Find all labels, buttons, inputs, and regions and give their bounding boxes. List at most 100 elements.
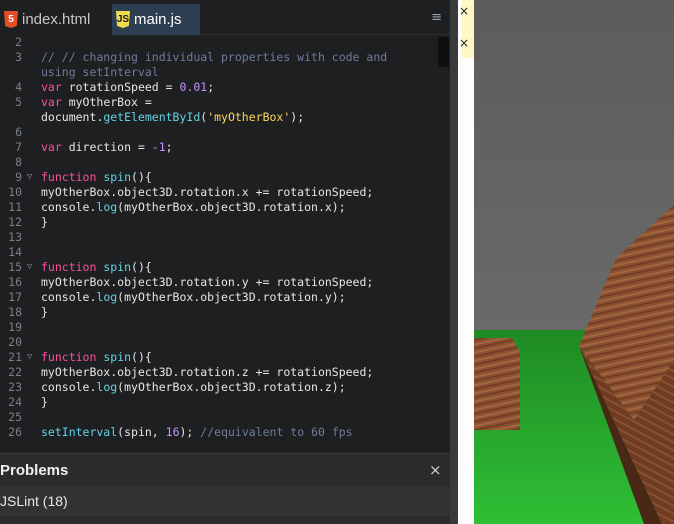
- html5-file-icon: 5: [4, 11, 18, 28]
- line-number: 2: [15, 35, 22, 49]
- code-token: (){: [131, 350, 152, 364]
- code-token: log: [96, 380, 118, 394]
- code-line[interactable]: 20: [0, 335, 440, 350]
- code-text: var rotationSpeed = 0.01;: [41, 80, 214, 95]
- code-line[interactable]: 13: [0, 230, 440, 245]
- code-line[interactable]: 6: [0, 125, 440, 140]
- code-line[interactable]: 23 console.log(myOtherBox.object3D.rotati…: [0, 380, 440, 395]
- code-token: }: [41, 215, 48, 229]
- code-token: var: [41, 140, 69, 154]
- code-token: }: [41, 305, 48, 319]
- code-text: myOtherBox.object3D.rotation.x += rotati…: [41, 185, 373, 200]
- code-line[interactable]: 10 myOtherBox.object3D.rotation.x += rota…: [0, 185, 440, 200]
- code-text: function spin(){: [41, 170, 152, 185]
- line-number: 24: [8, 395, 22, 409]
- tab-main-js[interactable]: JS main.js: [112, 4, 200, 35]
- code-token: (){: [131, 170, 152, 184]
- tab-menu-icon[interactable]: ≡: [431, 11, 442, 24]
- code-line[interactable]: 19: [0, 320, 440, 335]
- code-line[interactable]: 25: [0, 410, 440, 425]
- code-text: var direction = -1;: [41, 140, 173, 155]
- line-number: 22: [8, 365, 22, 379]
- notes-close-icon[interactable]: ×: [459, 4, 469, 18]
- line-number: 4: [15, 80, 22, 94]
- code-token: myOtherBox.object3D.rotation.y += rotati…: [41, 275, 374, 289]
- notes-panel: [458, 0, 474, 524]
- code-line[interactable]: 21 ▽ function spin(){: [0, 350, 440, 365]
- code-line[interactable]: document.getElementById('myOtherBox');: [0, 110, 440, 125]
- code-token: ;: [207, 80, 215, 94]
- code-editor: 5 index.html JS main.js ≡ 2 3 // // changi…: [0, 0, 450, 524]
- code-line[interactable]: 18}: [0, 305, 440, 320]
- line-number: 9: [15, 170, 22, 184]
- code-line[interactable]: 11 console.log(myOtherBox.object3D.rotati…: [0, 200, 440, 215]
- code-token: (){: [131, 260, 152, 274]
- tab-bar: 5 index.html JS main.js ≡: [0, 0, 450, 35]
- line-number: 13: [8, 230, 22, 244]
- small-wooden-box: [474, 338, 520, 430]
- code-line[interactable]: 5 var myOtherBox =: [0, 95, 440, 110]
- code-line[interactable]: 2: [0, 35, 440, 50]
- code-token: myOtherBox.object3D.rotation.x += rotati…: [41, 185, 374, 199]
- code-token: function: [41, 170, 104, 184]
- code-text: }: [41, 215, 48, 230]
- code-token: function: [41, 350, 104, 364]
- 3d-scene-preview: [474, 0, 674, 524]
- code-line[interactable]: 24}: [0, 395, 440, 410]
- line-number: 18: [8, 305, 22, 319]
- code-line[interactable]: 3 // // changing individual properties wi…: [0, 50, 440, 65]
- code-text: function spin(){: [41, 260, 152, 275]
- tab-index-html[interactable]: 5 index.html: [0, 4, 110, 35]
- code-area[interactable]: 2 3 // // changing individual properties w…: [0, 35, 450, 453]
- notes-close-icon[interactable]: ×: [459, 36, 469, 50]
- problems-linter-row[interactable]: JSLint (18): [0, 486, 450, 516]
- code-token: console.: [41, 200, 97, 214]
- code-token: (spin,: [117, 425, 166, 439]
- code-token: // // changing individual properties wit…: [41, 50, 388, 64]
- line-number: 26: [8, 425, 22, 439]
- line-number: 14: [8, 245, 22, 259]
- code-token: (myOtherBox.object3D.rotation.y);: [117, 290, 346, 304]
- code-text: setInterval(spin, 16); //equivalent to 6…: [41, 425, 353, 440]
- code-token: 0.01: [179, 80, 208, 94]
- line-number: 10: [8, 185, 22, 199]
- problems-close-icon[interactable]: ×: [429, 461, 442, 479]
- code-line[interactable]: 8: [0, 155, 440, 170]
- code-token: myOtherBox =: [68, 95, 152, 109]
- editor-scrollbar-thumb[interactable]: [438, 37, 449, 67]
- code-line[interactable]: 14: [0, 245, 440, 260]
- code-token: setInterval: [41, 425, 118, 439]
- line-number: 5: [15, 95, 22, 109]
- code-line[interactable]: 7 var direction = -1;: [0, 140, 440, 155]
- code-token: );: [290, 110, 305, 124]
- code-token: var: [41, 95, 69, 109]
- code-token: (myOtherBox.object3D.rotation.z);: [117, 380, 346, 394]
- code-text: document.getElementById('myOtherBox');: [41, 110, 304, 125]
- fold-toggle-icon[interactable]: ▽: [27, 260, 32, 275]
- fold-toggle-icon[interactable]: ▽: [27, 170, 32, 185]
- code-line[interactable]: using setInterval: [0, 65, 440, 80]
- line-number: 15: [8, 260, 22, 274]
- code-line[interactable]: 4 var rotationSpeed = 0.01;: [0, 80, 440, 95]
- code-line[interactable]: 16 myOtherBox.object3D.rotation.y += rota…: [0, 275, 440, 290]
- code-line[interactable]: 17 console.log(myOtherBox.object3D.rotati…: [0, 290, 440, 305]
- line-number: 20: [8, 335, 22, 349]
- code-text: }: [41, 395, 48, 410]
- fold-toggle-icon[interactable]: ▽: [27, 350, 32, 365]
- code-line[interactable]: 12}: [0, 215, 440, 230]
- code-token: );: [179, 425, 201, 439]
- line-number: 16: [8, 275, 22, 289]
- pane-divider[interactable]: [450, 0, 458, 524]
- code-line[interactable]: 15 ▽ function spin(){: [0, 260, 440, 275]
- code-text: function spin(){: [41, 350, 152, 365]
- code-token: 'myOtherBox': [207, 110, 291, 124]
- problems-panel-title: Problems: [0, 462, 69, 479]
- code-line[interactable]: 9 ▽ function spin(){: [0, 170, 440, 185]
- javascript-file-icon: JS: [116, 11, 130, 28]
- code-text: myOtherBox.object3D.rotation.z += rotati…: [41, 365, 373, 380]
- code-line[interactable]: 22 myOtherBox.object3D.rotation.z += rota…: [0, 365, 440, 380]
- line-number: 7: [15, 140, 22, 154]
- code-token: document.: [41, 110, 104, 124]
- code-token: (myOtherBox.object3D.rotation.x);: [117, 200, 346, 214]
- code-line[interactable]: 26 setInterval(spin, 16); //equivalent to…: [0, 425, 440, 440]
